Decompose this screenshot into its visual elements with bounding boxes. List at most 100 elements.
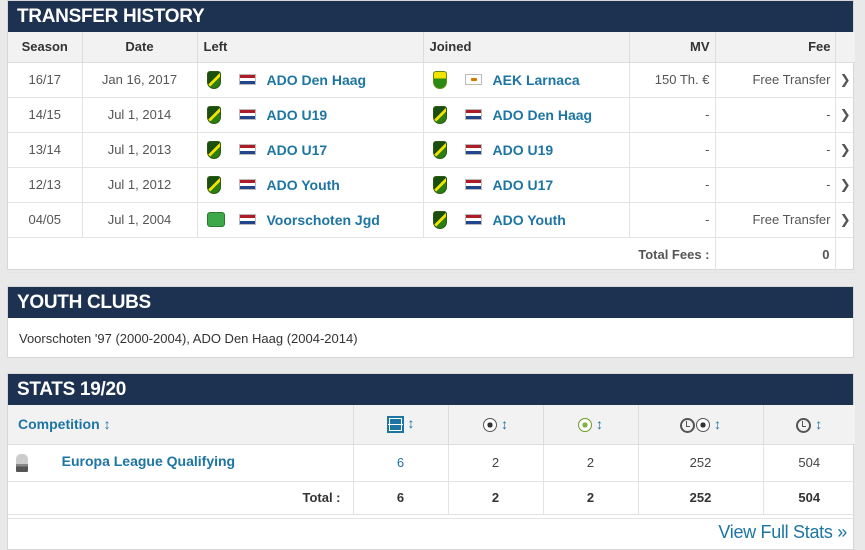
aek-crest[interactable] xyxy=(432,70,447,89)
season-cell: 04/05 xyxy=(8,202,83,238)
left-club-cell: ADO U17 xyxy=(197,132,424,168)
stats-total-label: Total : xyxy=(8,481,354,515)
netherlands-flag xyxy=(464,214,482,225)
ado-crest[interactable] xyxy=(432,175,447,194)
left-club-cell: ADO Youth xyxy=(197,167,424,203)
table-row: 04/05 Jul 1, 2004 Voorschoten Jgd ADO Youth… xyxy=(8,202,855,238)
fee-cell: - xyxy=(715,167,836,203)
appearances-value[interactable]: 6 xyxy=(353,444,449,482)
voorschoten-crest[interactable] xyxy=(206,212,225,227)
total-appearances: 6 xyxy=(353,481,449,515)
youth-clubs-title: Youth clubs xyxy=(8,287,853,318)
table-row: 14/15 Jul 1, 2014 ADO U19 ADO Den Haag - - ❯ xyxy=(8,97,855,133)
sort-icon[interactable]: ↕ xyxy=(714,416,721,432)
joined-club-cell: ADO U19 xyxy=(423,132,630,168)
joined-club-link[interactable]: ADO U19 xyxy=(493,142,554,158)
date-cell: Jul 1, 2013 xyxy=(82,132,198,168)
netherlands-flag xyxy=(464,144,482,155)
transfer-table: Season Date Left Joined MV Fee 16/17 Jan … xyxy=(8,32,855,273)
assists-value: 2 xyxy=(543,444,639,482)
col-minutes-per-goal[interactable]: ↕ xyxy=(638,405,764,445)
fee-cell: Free Transfer xyxy=(715,202,836,238)
assists-icon xyxy=(578,418,592,433)
col-competition[interactable]: Competition ↕ xyxy=(8,405,354,445)
col-season[interactable]: Season xyxy=(8,32,83,63)
chevron-right-icon[interactable]: ❯ xyxy=(835,97,855,133)
left-club-link[interactable]: Voorschoten Jgd xyxy=(267,212,380,228)
joined-club-cell: ADO Den Haag xyxy=(423,97,630,133)
chevron-right-icon[interactable]: ❯ xyxy=(835,62,855,98)
total-goals: 2 xyxy=(448,481,544,515)
col-left[interactable]: Left xyxy=(197,32,424,63)
ado-crest[interactable] xyxy=(206,175,221,194)
total-fees-row: Total Fees : 0 xyxy=(8,237,855,273)
clock-icon xyxy=(796,417,812,433)
fee-cell: Free Transfer xyxy=(715,62,836,98)
ado-crest[interactable] xyxy=(432,210,447,229)
stats-total-row: Total : 6 2 2 252 504 xyxy=(8,481,855,515)
chevron-right-icon[interactable]: ❯ xyxy=(835,202,855,238)
ado-crest[interactable] xyxy=(206,140,221,159)
joined-club-link[interactable]: ADO Den Haag xyxy=(493,107,593,123)
ado-crest[interactable] xyxy=(206,70,221,89)
clock-icon xyxy=(680,417,695,433)
col-date[interactable]: Date xyxy=(82,32,198,63)
sort-icon[interactable]: ↕ xyxy=(596,416,603,432)
sort-icon[interactable]: ↕ xyxy=(104,416,111,432)
netherlands-flag xyxy=(238,109,256,120)
youth-clubs-box: Youth clubs Voorschoten '97 (2000-2004),… xyxy=(7,286,854,358)
europa-league-trophy-icon xyxy=(16,453,28,472)
left-club-cell: ADO U19 xyxy=(197,97,424,133)
left-club-cell: ADO Den Haag xyxy=(197,62,424,98)
left-club-link[interactable]: ADO U17 xyxy=(267,142,328,158)
col-minutes-played[interactable]: ↕ xyxy=(763,405,855,445)
col-goals[interactable]: ↕ xyxy=(448,405,544,445)
ado-crest[interactable] xyxy=(206,105,221,124)
minutes-played-value: 504 xyxy=(763,444,855,482)
total-assists: 2 xyxy=(543,481,639,515)
left-club-link[interactable]: ADO U19 xyxy=(267,107,328,123)
joined-club-link[interactable]: AEK Larnaca xyxy=(493,72,580,88)
season-cell: 14/15 xyxy=(8,97,83,133)
ado-crest[interactable] xyxy=(432,105,447,124)
col-assists[interactable]: ↕ xyxy=(543,405,639,445)
netherlands-flag xyxy=(238,74,256,85)
joined-club-cell: ADO Youth xyxy=(423,202,630,238)
joined-club-link[interactable]: ADO U17 xyxy=(493,177,554,193)
transfer-history-title: Transfer history xyxy=(8,1,853,32)
date-cell: Jul 1, 2004 xyxy=(82,202,198,238)
left-club-link[interactable]: ADO Youth xyxy=(267,177,340,193)
view-full-stats-link[interactable]: View Full Stats » xyxy=(718,522,847,543)
col-fee[interactable]: Fee xyxy=(715,32,836,63)
netherlands-flag xyxy=(238,144,256,155)
date-cell: Jan 16, 2017 xyxy=(82,62,198,98)
market-value-cell: - xyxy=(629,132,716,168)
ado-crest[interactable] xyxy=(432,140,447,159)
col-joined[interactable]: Joined xyxy=(423,32,630,63)
competition-link[interactable]: Europa League Qualifying xyxy=(62,453,235,469)
col-appearances[interactable]: ↕ xyxy=(353,405,449,445)
joined-club-cell: AEK Larnaca xyxy=(423,62,630,98)
joined-club-link[interactable]: ADO Youth xyxy=(493,212,566,228)
sort-icon[interactable]: ↕ xyxy=(815,416,822,432)
sort-icon[interactable]: ↕ xyxy=(408,415,415,431)
table-row: Europa League Qualifying 6 2 2 252 504 xyxy=(8,444,855,482)
fee-cell: - xyxy=(715,97,836,133)
sort-icon[interactable]: ↕ xyxy=(501,416,508,432)
chevron-right-icon[interactable]: ❯ xyxy=(835,132,855,168)
chevron-right-icon[interactable]: ❯ xyxy=(835,167,855,203)
col-mv[interactable]: MV xyxy=(629,32,716,63)
date-cell: Jul 1, 2012 xyxy=(82,167,198,203)
stats-table: Competition ↕ ↕ ↕ ↕ ↕ ↕ Europa League Qua… xyxy=(8,405,855,515)
stats-footer: View Full Stats » xyxy=(8,518,853,549)
cyprus-flag xyxy=(464,74,482,85)
goals-icon xyxy=(483,418,497,433)
date-cell: Jul 1, 2014 xyxy=(82,97,198,133)
netherlands-flag xyxy=(464,109,482,120)
stats-title: Stats 19/20 xyxy=(8,374,853,405)
season-cell: 16/17 xyxy=(8,62,83,98)
left-club-link[interactable]: ADO Den Haag xyxy=(267,72,367,88)
joined-club-cell: ADO U17 xyxy=(423,167,630,203)
netherlands-flag xyxy=(238,179,256,190)
left-club-cell: Voorschoten Jgd xyxy=(197,202,424,238)
